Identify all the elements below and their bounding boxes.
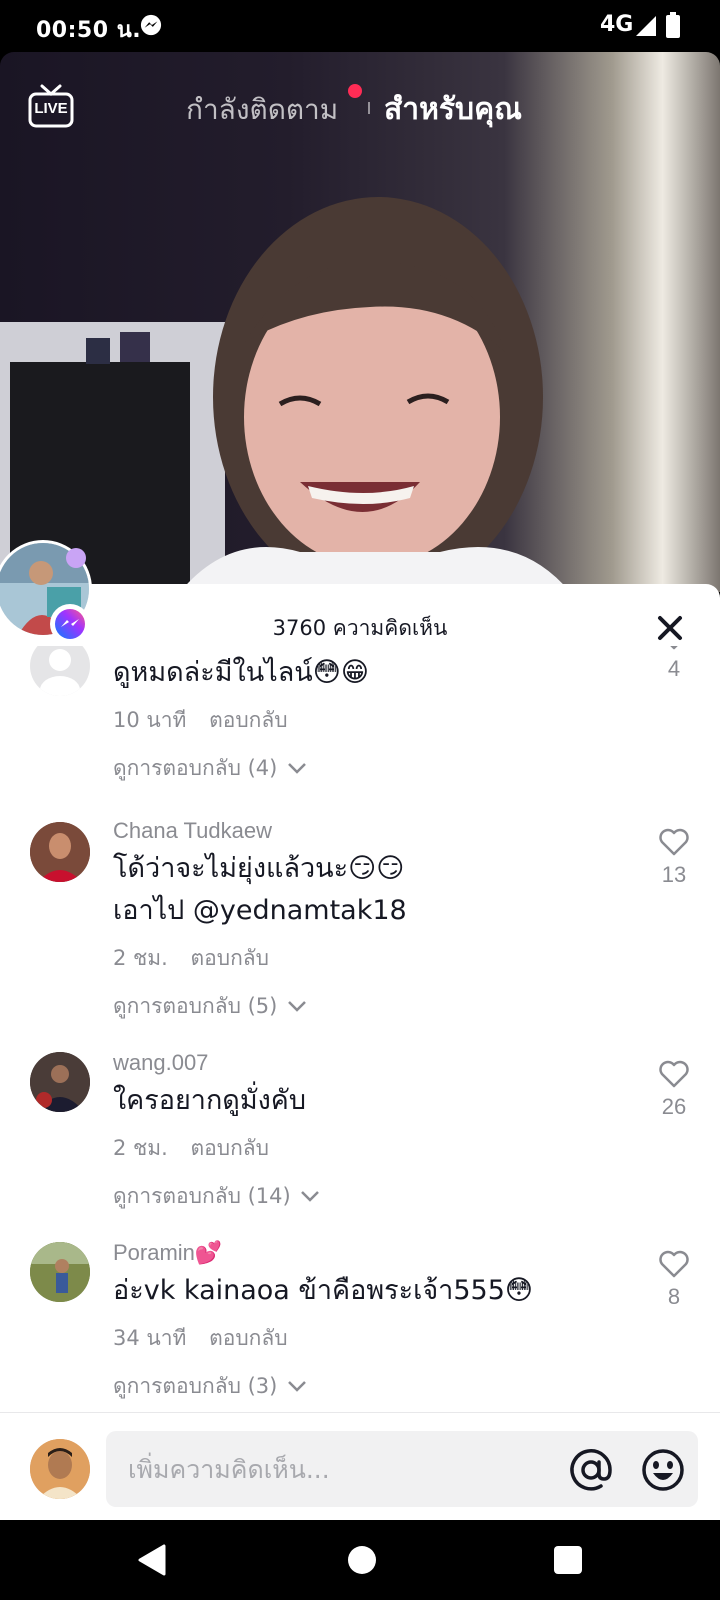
- network-type: 4G: [600, 12, 634, 37]
- avatar[interactable]: [30, 646, 90, 696]
- comment-username[interactable]: Chana Tudkaew: [113, 818, 272, 844]
- system-nav-bar: [0, 1520, 720, 1600]
- comment-time: 10 นาที: [113, 708, 187, 732]
- emoji-icon[interactable]: [640, 1447, 686, 1493]
- comment-meta: 10 นาที ตอบกลับ: [113, 704, 304, 737]
- view-replies-button[interactable]: ดูการตอบกลับ (3): [113, 1370, 308, 1402]
- status-time: 00:50 น.: [36, 18, 142, 43]
- comment-list[interactable]: tanbonx22 ดูหมดล่ะมีในไลน์😳😁 10 นาที ตอบ…: [0, 646, 720, 1402]
- online-dot: [66, 548, 86, 568]
- close-icon[interactable]: [656, 614, 684, 642]
- comment-item: tanbonx22 ดูหมดล่ะมีในไลน์😳😁 10 นาที ตอบ…: [0, 646, 720, 790]
- heart-icon[interactable]: [658, 1250, 690, 1278]
- mention-at-icon[interactable]: [568, 1447, 614, 1493]
- signal-icon: [636, 16, 656, 36]
- heart-icon[interactable]: [658, 828, 690, 856]
- reply-button[interactable]: ตอบกลับ: [209, 708, 288, 732]
- comment-time: 2 ชม.: [113, 1136, 168, 1160]
- tab-separator: [368, 102, 370, 114]
- comment-meta: 34 นาที ตอบกลับ: [113, 1322, 304, 1355]
- reply-button[interactable]: ตอบกลับ: [191, 946, 270, 970]
- comment-input-box: [106, 1431, 698, 1507]
- reply-button[interactable]: ตอบกลับ: [209, 1326, 288, 1350]
- like-count: 4: [667, 656, 681, 681]
- comment-text-line-2: เอาไป @yednamtak18: [113, 895, 407, 926]
- comments-count-title: 3760 ความคิดเห็น: [272, 616, 448, 640]
- my-avatar[interactable]: [30, 1439, 90, 1499]
- heart-icon[interactable]: [658, 1060, 690, 1088]
- avatar[interactable]: [30, 822, 90, 882]
- view-replies-button[interactable]: ดูการตอบกลับ (4): [113, 752, 308, 785]
- like-count: 13: [661, 862, 687, 887]
- comment-text: ดูหมดล่ะมีในไลน์😳😁: [113, 657, 370, 688]
- view-replies-button[interactable]: ดูการตอบกลับ (14): [113, 1180, 321, 1213]
- notification-dot: [348, 84, 362, 98]
- comment-text: อ่ะvk kainaoa ข้าคือพระเจ้า555😳: [113, 1275, 534, 1306]
- heart-icon[interactable]: [658, 646, 690, 650]
- chevron-down-icon: [301, 1191, 320, 1202]
- avatar[interactable]: [30, 1242, 90, 1302]
- home-icon[interactable]: [344, 1542, 380, 1578]
- chevron-down-icon: [288, 1381, 306, 1392]
- avatar[interactable]: [30, 1052, 90, 1112]
- status-bar: 00:50 น. 4G: [0, 0, 720, 52]
- comments-sheet: 3760 ความคิดเห็น tanbonx22 ดูหมดล่ะมีในไ…: [0, 584, 720, 1520]
- like-count: 8: [667, 1284, 681, 1309]
- recent-apps-icon[interactable]: [552, 1544, 584, 1576]
- comment-item: Chana Tudkaew โด้ว่าจะไม่ยุ่งแล้วนะ😏😏 เอ…: [0, 814, 720, 1034]
- view-replies-button[interactable]: ดูการตอบกลับ (5): [113, 990, 308, 1023]
- comment-username[interactable]: wang.007: [113, 1050, 208, 1076]
- comment-text: ใครอยากดูมั่งคับ: [113, 1085, 307, 1116]
- tab-for-you[interactable]: สำหรับคุณ: [384, 86, 522, 133]
- comment-input-bar: [0, 1412, 720, 1520]
- messenger-icon: [140, 14, 162, 36]
- comment-input[interactable]: [128, 1449, 548, 1489]
- chevron-down-icon: [288, 1001, 306, 1012]
- back-icon[interactable]: [134, 1542, 170, 1578]
- comment-meta: 2 ชม. ตอบกลับ: [113, 942, 285, 975]
- like-count: 26: [661, 1094, 687, 1119]
- tab-following[interactable]: กำลังติดตาม: [186, 88, 338, 132]
- comment-meta: 2 ชม. ตอบกลับ: [113, 1132, 285, 1165]
- comment-time: 34 นาที: [113, 1326, 187, 1350]
- reply-button[interactable]: ตอบกลับ: [191, 1136, 270, 1160]
- live-video[interactable]: [0, 52, 720, 592]
- video-frame: [0, 197, 570, 592]
- comment-item: Poramin💕 อ่ะvk kainaoa ข้าคือพระเจ้า555😳…: [0, 1236, 720, 1402]
- comment-item: wang.007 ใครอยากดูมั่งคับ 2 ชม. ตอบกลับ …: [0, 1046, 720, 1226]
- comment-time: 2 ชม.: [113, 946, 168, 970]
- chevron-down-icon: [288, 763, 306, 774]
- comment-username[interactable]: Poramin💕: [113, 1240, 222, 1266]
- comment-text: โด้ว่าจะไม่ยุ่งแล้วนะ😏😏: [113, 853, 405, 884]
- battery-icon: [666, 12, 680, 38]
- messenger-icon: [50, 604, 90, 644]
